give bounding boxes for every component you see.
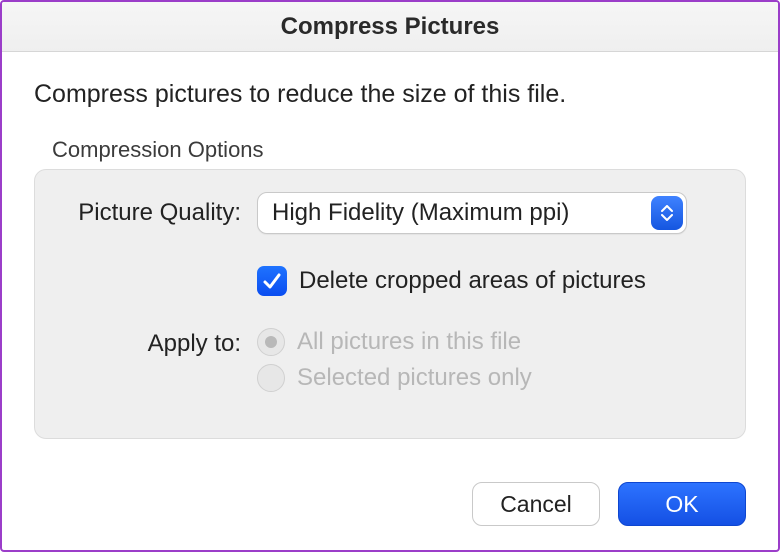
picture-quality-value: High Fidelity (Maximum ppi) <box>272 199 569 227</box>
intro-text: Compress pictures to reduce the size of … <box>34 80 746 109</box>
picture-quality-label: Picture Quality: <box>59 199 257 227</box>
delete-cropped-label: Delete cropped areas of pictures <box>299 267 646 295</box>
dialog-titlebar: Compress Pictures <box>2 2 778 52</box>
apply-selected-radio <box>257 364 285 392</box>
picture-quality-select[interactable]: High Fidelity (Maximum ppi) <box>257 192 687 234</box>
dialog-footer: Cancel OK <box>34 452 746 526</box>
cancel-button[interactable]: Cancel <box>472 482 600 526</box>
check-icon <box>262 271 282 291</box>
compression-options-panel: Picture Quality: High Fidelity (Maximum … <box>34 169 746 439</box>
delete-cropped-checkbox[interactable] <box>257 266 287 296</box>
compress-pictures-dialog: Compress Pictures Compress pictures to r… <box>0 0 780 552</box>
apply-all-label: All pictures in this file <box>297 328 521 356</box>
dialog-content: Compress pictures to reduce the size of … <box>2 52 778 550</box>
apply-to-label: Apply to: <box>59 328 257 358</box>
apply-selected-label: Selected pictures only <box>297 364 532 392</box>
dialog-title: Compress Pictures <box>281 13 500 41</box>
group-label: Compression Options <box>52 137 746 163</box>
apply-all-radio <box>257 328 285 356</box>
ok-button[interactable]: OK <box>618 482 746 526</box>
updown-icon <box>651 196 683 230</box>
